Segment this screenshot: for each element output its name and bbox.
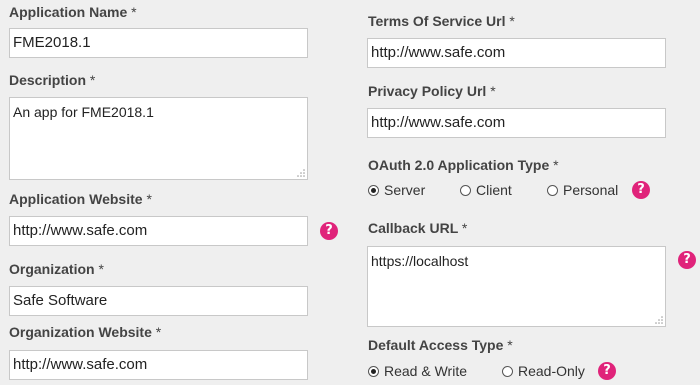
privacy-policy-url-input[interactable]: http://www.safe.com (367, 108, 666, 138)
application-name-input[interactable]: FME2018.1 (9, 28, 308, 58)
callback-url-value: https://localhost (371, 253, 469, 269)
access-type-option-read-only[interactable]: Read-Only (502, 363, 585, 379)
radio-button[interactable] (547, 184, 558, 196)
organization-label: Organization * (9, 261, 104, 277)
application-name-label-text: Application Name (9, 4, 128, 20)
organization-label-text: Organization (9, 261, 95, 277)
callback-url-label-text: Callback URL (368, 220, 458, 236)
radio-button[interactable] (368, 365, 379, 377)
terms-of-service-url-label: Terms Of Service Url * (368, 13, 515, 29)
oauth-type-option-server[interactable]: Server (368, 182, 425, 198)
application-name-label: Application Name * (9, 4, 137, 20)
privacy-policy-url-label-text: Privacy Policy Url (368, 83, 487, 99)
privacy-policy-url-label: Privacy Policy Url * (368, 83, 496, 99)
oauth-type-label-text: OAuth 2.0 Application Type (368, 157, 550, 173)
organization-input[interactable]: Safe Software (9, 286, 308, 316)
organization-website-input[interactable]: http://www.safe.com (9, 350, 308, 380)
required-marker: * (553, 157, 559, 173)
description-label-text: Description (9, 72, 87, 88)
required-marker: * (131, 4, 137, 20)
required-marker: * (89, 72, 96, 88)
help-icon[interactable]: ? (598, 362, 616, 380)
resize-grip-icon[interactable] (297, 169, 305, 177)
terms-of-service-url-label-text: Terms Of Service Url (368, 13, 506, 29)
description-textarea[interactable]: An app for FME2018.1 (9, 97, 308, 180)
required-marker: * (98, 261, 104, 277)
help-icon[interactable]: ? (320, 222, 338, 240)
application-website-label: Application Website * (9, 191, 152, 207)
description-value: An app for FME2018.1 (13, 104, 154, 120)
callback-url-textarea[interactable]: https://localhost (367, 246, 666, 327)
required-marker: * (490, 83, 496, 99)
help-icon[interactable]: ? (632, 181, 650, 199)
organization-website-label: Organization Website * (9, 324, 161, 340)
resize-grip-icon[interactable] (655, 316, 663, 324)
radio-label: Read-Only (518, 363, 585, 379)
required-marker: * (461, 220, 468, 236)
radio-button[interactable] (502, 365, 513, 377)
help-icon[interactable]: ? (678, 251, 696, 269)
oauth-type-option-client[interactable]: Client (460, 182, 512, 198)
default-access-type-label-text: Default Access Type (368, 337, 504, 353)
radio-button[interactable] (368, 184, 379, 196)
required-marker: * (146, 191, 152, 207)
radio-button[interactable] (460, 184, 471, 196)
oauth-type-option-personal[interactable]: Personal (547, 182, 618, 198)
required-marker: * (155, 324, 162, 340)
radio-label: Client (476, 182, 512, 198)
description-label: Description * (9, 72, 95, 88)
required-marker: * (509, 13, 515, 29)
required-marker: * (507, 337, 513, 353)
oauth-type-label: OAuth 2.0 Application Type * (368, 157, 559, 173)
radio-label: Read & Write (384, 363, 467, 379)
application-website-input[interactable]: http://www.safe.com (9, 216, 308, 246)
access-type-option-read-write[interactable]: Read & Write (368, 363, 467, 379)
radio-label: Server (384, 182, 426, 198)
application-website-label-text: Application Website (9, 191, 143, 207)
organization-website-label-text: Organization Website (9, 324, 152, 340)
radio-label: Personal (563, 182, 619, 198)
default-access-type-label: Default Access Type * (368, 337, 513, 353)
terms-of-service-url-input[interactable]: http://www.safe.com (367, 38, 666, 68)
callback-url-label: Callback URL * (368, 220, 467, 236)
